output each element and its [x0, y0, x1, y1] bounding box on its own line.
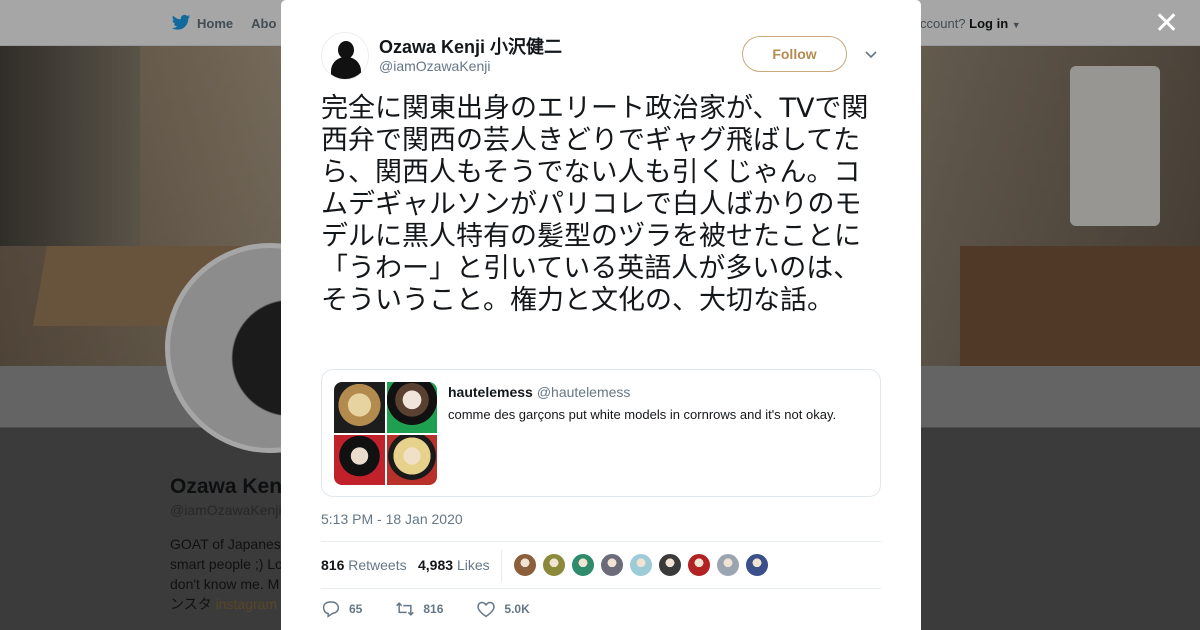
reply-icon [322, 601, 340, 618]
like-action[interactable]: 5.0K [476, 600, 530, 618]
quoted-author-handle: @hautelemess [536, 384, 631, 400]
liker-avatar[interactable] [600, 553, 624, 577]
retweets-stat[interactable]: 816 Retweets [321, 557, 407, 573]
liker-avatar[interactable] [687, 553, 711, 577]
nav-about-label: Abo [251, 15, 277, 31]
tweet-text: 完全に関東出身のエリート政治家が、TVで関西弁で関西の芸人きどりでギャグ飛ばして… [321, 93, 869, 316]
profile-handle: @iamOzawaKenji [170, 502, 282, 518]
stats-divider [501, 550, 502, 582]
quoted-tweet[interactable]: hautelemess @hautelemess comme des garçon… [321, 369, 881, 497]
liker-avatar[interactable] [658, 553, 682, 577]
cover-table2-shape [960, 246, 1200, 366]
nav-about[interactable]: Abo [251, 16, 276, 31]
profile-name: Ozawa Ken [170, 475, 283, 498]
account-prompt: ccount? [920, 16, 966, 31]
bio-line: smart people ;) Lo [170, 556, 283, 572]
liker-avatar[interactable] [542, 553, 566, 577]
profile-bio: GOAT of Japanes smart people ;) Lo don't… [170, 534, 290, 614]
nav-login-area: ccount? Log in ▼ [920, 16, 1021, 31]
reply-count: 65 [349, 602, 363, 616]
likes-stat[interactable]: 4,983 Likes [418, 557, 490, 573]
avatar-body-shape [331, 57, 361, 79]
tweet-timestamp[interactable]: 5:13 PM - 18 Jan 2020 [321, 511, 463, 527]
author-name[interactable]: Ozawa Kenji 小沢健二 [379, 33, 562, 59]
reply-action[interactable]: 65 [321, 600, 362, 618]
retweets-label: Retweets [348, 557, 407, 573]
tweet-actions: 65 816 5.0K [321, 600, 563, 618]
follow-button[interactable]: Follow [742, 36, 847, 72]
author-avatar[interactable] [321, 32, 369, 80]
liker-avatar[interactable] [629, 553, 653, 577]
quoted-photo[interactable] [334, 382, 385, 433]
nav-home[interactable]: Home [171, 14, 233, 32]
quoted-photo[interactable] [386, 434, 437, 485]
liker-avatars [513, 553, 769, 577]
bio-instagram-link[interactable]: instagram [216, 596, 277, 612]
nav-home-label: Home [197, 15, 234, 31]
twitter-bird-icon [171, 14, 191, 30]
like-count: 5.0K [504, 602, 530, 616]
nav-links: Home Abo [171, 14, 276, 32]
chevron-down-icon: ▼ [1011, 20, 1021, 30]
retweet-count: 816 [423, 602, 444, 616]
quoted-tweet-media[interactable] [334, 382, 437, 485]
bio-line: GOAT of Japanes [170, 536, 281, 552]
liker-avatar[interactable] [513, 553, 537, 577]
bio-line: ンスタ instagram [170, 594, 290, 614]
liker-avatar[interactable] [716, 553, 740, 577]
quoted-photo[interactable] [334, 434, 385, 485]
retweet-action[interactable]: 816 [395, 600, 443, 618]
bio-line: don't know me. M [170, 576, 280, 592]
cover-shelf-shape [0, 46, 140, 246]
liker-avatar[interactable] [745, 553, 769, 577]
author-handle[interactable]: @iamOzawaKenji [379, 58, 490, 74]
likes-count: 4,983 [418, 557, 454, 573]
tweet-stats: 816 Retweets 4,983 Likes [321, 541, 881, 589]
liker-avatar[interactable] [571, 553, 595, 577]
retweets-count: 816 [321, 557, 345, 573]
quoted-author-name: hautelemess [448, 384, 533, 400]
bio-line-text: ンスタ [170, 596, 212, 612]
quoted-tweet-text: comme des garçons put white models in co… [448, 407, 837, 422]
quoted-author: hautelemess @hautelemess [448, 384, 630, 400]
likes-label: Likes [456, 557, 490, 573]
cover-cooler-shape [1070, 66, 1160, 226]
heart-icon [477, 601, 496, 618]
close-icon[interactable]: ✕ [1154, 9, 1179, 39]
chevron-down-icon[interactable] [865, 48, 877, 60]
quoted-photo[interactable] [386, 382, 437, 433]
login-link[interactable]: Log in [969, 16, 1008, 31]
tweet-modal: Ozawa Kenji 小沢健二 @iamOzawaKenji Follow 完… [281, 0, 921, 630]
retweet-icon [396, 602, 415, 616]
